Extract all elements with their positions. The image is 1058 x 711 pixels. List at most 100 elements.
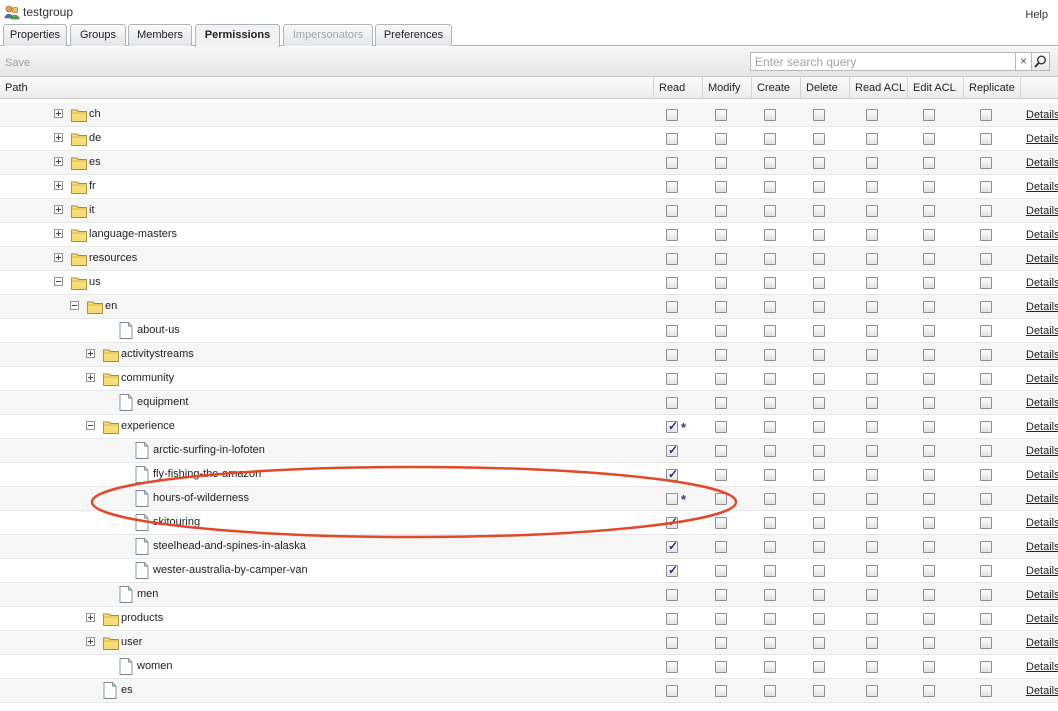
details-link[interactable]: Details — [1026, 373, 1058, 385]
details-link[interactable]: Details — [1026, 181, 1058, 193]
checkbox-read[interactable] — [666, 325, 678, 337]
details-link[interactable]: Details — [1026, 397, 1058, 409]
checkbox-read-acl[interactable] — [866, 637, 878, 649]
table-row[interactable]: men Details — [0, 583, 1058, 607]
tab-preferences[interactable]: Preferences — [375, 24, 452, 46]
checkbox-modify[interactable] — [715, 565, 727, 577]
header-read[interactable]: Read — [653, 77, 702, 99]
header-read-acl[interactable]: Read ACL — [849, 77, 907, 99]
table-row[interactable]: ch Details — [0, 103, 1058, 127]
checkbox-read-acl[interactable] — [866, 181, 878, 193]
checkbox-delete[interactable] — [813, 181, 825, 193]
help-link[interactable]: Help — [1025, 9, 1048, 21]
checkbox-create[interactable] — [764, 229, 776, 241]
checkbox-modify[interactable] — [715, 109, 727, 121]
checkbox-delete[interactable] — [813, 421, 825, 433]
table-row[interactable]: user Details — [0, 631, 1058, 655]
table-row[interactable]: us Details — [0, 271, 1058, 295]
checkbox-read[interactable] — [666, 515, 678, 529]
checkbox-replicate[interactable] — [980, 421, 992, 433]
checkbox-replicate[interactable] — [980, 445, 992, 457]
checkbox-modify[interactable] — [715, 277, 727, 289]
checkbox-modify[interactable] — [715, 541, 727, 553]
checkbox-create[interactable] — [764, 661, 776, 673]
tree-node-label[interactable]: fly-fishing-the-amazon — [153, 468, 261, 480]
expand-icon[interactable] — [86, 373, 95, 382]
checkbox-edit-acl[interactable] — [923, 133, 935, 145]
tree-node-label[interactable]: it — [89, 204, 95, 216]
checkbox-edit-acl[interactable] — [923, 181, 935, 193]
checkbox-read[interactable] — [666, 157, 678, 169]
checkbox-read[interactable] — [666, 277, 678, 289]
collapse-icon[interactable] — [86, 421, 95, 430]
details-link[interactable]: Details — [1026, 565, 1058, 577]
details-link[interactable]: Details — [1026, 517, 1058, 529]
checkbox-edit-acl[interactable] — [923, 613, 935, 625]
checkbox-read[interactable] — [666, 539, 678, 553]
checkbox-delete[interactable] — [813, 541, 825, 553]
checkbox-read-acl[interactable] — [866, 325, 878, 337]
checkbox-create[interactable] — [764, 157, 776, 169]
checkbox-edit-acl[interactable] — [923, 445, 935, 457]
tree-node-label[interactable]: en — [105, 300, 117, 312]
checkbox-create[interactable] — [764, 397, 776, 409]
checkbox-edit-acl[interactable] — [923, 253, 935, 265]
details-link[interactable]: Details — [1026, 253, 1058, 265]
checkbox-create[interactable] — [764, 133, 776, 145]
checkbox-edit-acl[interactable] — [923, 661, 935, 673]
table-row[interactable]: es Details — [0, 679, 1058, 703]
checkbox-modify[interactable] — [715, 301, 727, 313]
checkbox-modify[interactable] — [715, 253, 727, 265]
checkbox-edit-acl[interactable] — [923, 157, 935, 169]
checkbox-modify[interactable] — [715, 325, 727, 337]
expand-icon[interactable] — [54, 133, 63, 142]
checkbox-edit-acl[interactable] — [923, 565, 935, 577]
checkbox-replicate[interactable] — [980, 157, 992, 169]
details-link[interactable]: Details — [1026, 445, 1058, 457]
tree-node-label[interactable]: arctic-surfing-in-lofoten — [153, 444, 265, 456]
checkbox-read-acl[interactable] — [866, 541, 878, 553]
tree-node-label[interactable]: community — [121, 372, 174, 384]
checkbox-read[interactable] — [666, 443, 678, 457]
checkbox-delete[interactable] — [813, 493, 825, 505]
checkbox-delete[interactable] — [813, 637, 825, 649]
tree-node-label[interactable]: fr — [89, 180, 96, 192]
table-row[interactable]: community Details — [0, 367, 1058, 391]
checkbox-read-acl[interactable] — [866, 373, 878, 385]
details-link[interactable]: Details — [1026, 685, 1058, 697]
checkbox-read[interactable] — [666, 229, 678, 241]
checkbox-delete[interactable] — [813, 397, 825, 409]
checkbox-modify[interactable] — [715, 133, 727, 145]
checkbox-edit-acl[interactable] — [923, 229, 935, 241]
checkbox-edit-acl[interactable] — [923, 517, 935, 529]
checkbox-replicate[interactable] — [980, 613, 992, 625]
tree-node-label[interactable]: skitouring — [153, 516, 200, 528]
checkbox-edit-acl[interactable] — [923, 637, 935, 649]
checkbox-read-acl[interactable] — [866, 157, 878, 169]
checkbox-delete[interactable] — [813, 205, 825, 217]
checkbox-delete[interactable] — [813, 229, 825, 241]
checkbox-delete[interactable] — [813, 661, 825, 673]
tree-node-label[interactable]: men — [137, 588, 158, 600]
expand-icon[interactable] — [54, 229, 63, 238]
table-row[interactable]: steelhead-and-spines-in-alaska Details — [0, 535, 1058, 559]
checkbox-read[interactable] — [666, 637, 678, 649]
checkbox-replicate[interactable] — [980, 685, 992, 697]
checkbox-read[interactable] — [666, 563, 678, 577]
tree-node-label[interactable]: about-us — [137, 324, 180, 336]
checkbox-create[interactable] — [764, 565, 776, 577]
checkbox-create[interactable] — [764, 517, 776, 529]
table-row[interactable]: women Details — [0, 655, 1058, 679]
checkbox-read-acl[interactable] — [866, 445, 878, 457]
checkbox-read-acl[interactable] — [866, 421, 878, 433]
checkbox-create[interactable] — [764, 685, 776, 697]
checkbox-read[interactable] — [666, 253, 678, 265]
tree-node-label[interactable]: es — [121, 684, 133, 696]
checkbox-read[interactable] — [666, 133, 678, 145]
checkbox-read-acl[interactable] — [866, 661, 878, 673]
checkbox-replicate[interactable] — [980, 397, 992, 409]
checkbox-replicate[interactable] — [980, 301, 992, 313]
expand-icon[interactable] — [86, 349, 95, 358]
checkbox-replicate[interactable] — [980, 661, 992, 673]
expand-icon[interactable] — [86, 637, 95, 646]
